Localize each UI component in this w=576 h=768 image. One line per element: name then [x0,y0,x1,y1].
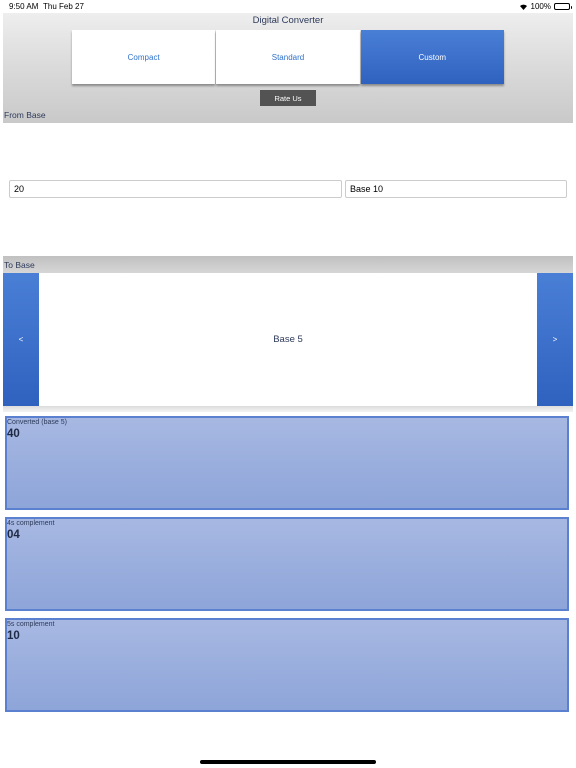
segment-compact[interactable]: Compact [72,30,216,84]
to-base-bar: To Base [3,256,573,273]
to-base-value: Base 5 [273,334,303,345]
result-4s-complement: 4s complement 04 [5,517,569,611]
home-indicator[interactable] [200,760,376,764]
status-time: 9:50 AM [9,2,39,11]
to-base-picker: < Base 5 > [3,273,573,406]
from-base-panel [3,123,573,256]
segment-standard[interactable]: Standard [216,30,360,84]
rate-us-button[interactable]: Rate Us [260,90,316,106]
result-caption: 5s complement [7,621,55,628]
next-base-button[interactable]: > [537,273,573,406]
divider [3,406,573,412]
result-caption: 4s complement [7,520,55,527]
prev-base-button[interactable]: < [3,273,39,406]
chevron-right-icon: > [552,335,558,344]
battery-percent: 100% [530,2,551,11]
result-value: 04 [7,529,20,541]
from-base-select[interactable] [345,180,567,198]
app-title: Digital Converter [252,15,324,26]
to-base-label: To Base [4,260,35,270]
wifi-icon [519,3,528,10]
status-right: 100% [519,2,572,11]
status-date: Thu Feb 27 [43,2,84,11]
result-value: 10 [7,630,20,642]
result-5s-complement: 5s complement 10 [5,618,569,712]
result-caption: Converted (base 5) [7,419,67,426]
chevron-left-icon: < [18,335,24,344]
mode-segmented-control: Compact Standard Custom [72,30,504,84]
result-value: 40 [7,428,20,440]
result-converted: Converted (base 5) 40 [5,416,569,510]
battery-icon [554,3,572,10]
number-input[interactable] [9,180,342,198]
segment-custom[interactable]: Custom [360,30,504,84]
from-base-label: From Base [4,110,46,120]
header: Digital Converter Compact Standard Custo… [3,13,573,123]
status-bar: 9:50 AM Thu Feb 27 100% [0,0,576,13]
